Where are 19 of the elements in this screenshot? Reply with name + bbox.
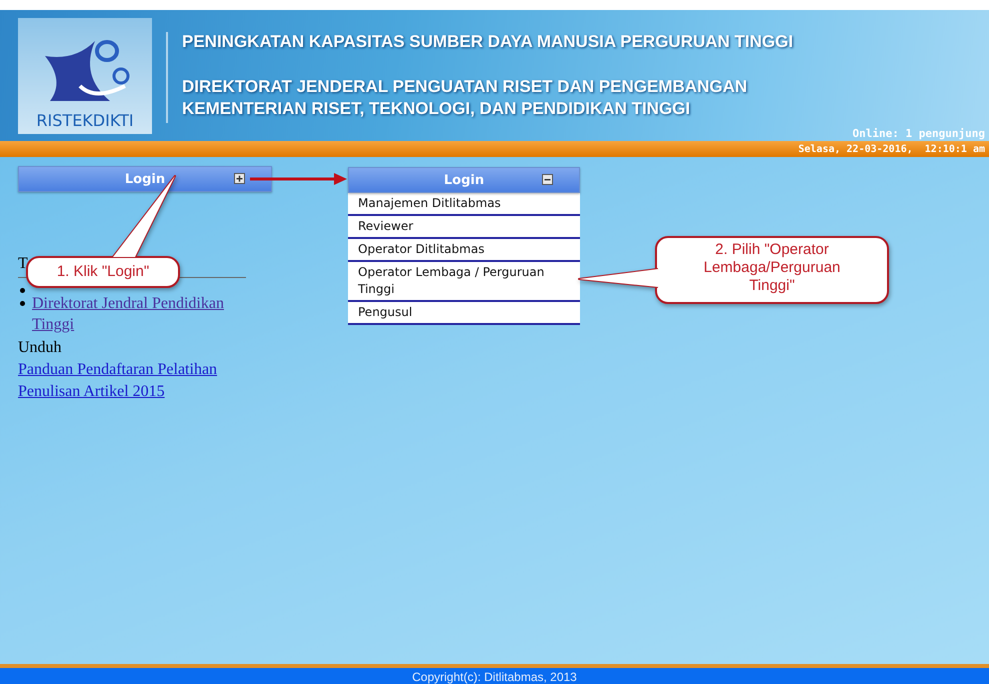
date-time: Selasa, 22-03-2016, 12:10:1 am	[798, 144, 986, 154]
site-subtitle: DIREKTORAT JENDERAL PENGUATAN RISET DAN PENGEMBANGAN	[182, 76, 748, 98]
menu-item[interactable]: Manajemen Ditlitabmas	[348, 193, 580, 216]
link[interactable]: Direktorat Jendral Pendidikan Tinggi	[32, 293, 252, 335]
callout-text: 2. Pilih "Operator Lembaga/Perguruan Tinggi"	[702, 241, 842, 295]
plus-icon[interactable]	[234, 173, 245, 184]
minus-icon[interactable]	[542, 174, 553, 185]
logo-text: RISTEKDIKTI	[36, 111, 134, 130]
downloads-heading: Unduh	[18, 338, 63, 358]
site-title: PENINGKATAN KAPASITAS SUMBER DAYA MANUSIA PERGURUAN TINGGI	[182, 32, 794, 52]
site-subtitle: KEMENTERIAN RISET, TEKNOLOGI, DAN PENDIDIKAN TINGGI	[182, 98, 692, 120]
menu-item[interactable]: Reviewer	[348, 216, 580, 239]
download-link[interactable]: Panduan Pendaftaran Pelatihan Penulisan Artikel 2015	[18, 359, 238, 403]
bullet-icon	[20, 301, 25, 306]
menu-item[interactable]: Pengusul	[348, 302, 580, 325]
menu-item[interactable]: Operator Ditlitabmas	[348, 239, 580, 262]
bullet-icon	[20, 288, 25, 293]
online-visitors: Online: 1 pengunjung	[852, 127, 985, 140]
copyright-text: Copyright(c): Ditlitabmas, 2013	[412, 670, 577, 684]
